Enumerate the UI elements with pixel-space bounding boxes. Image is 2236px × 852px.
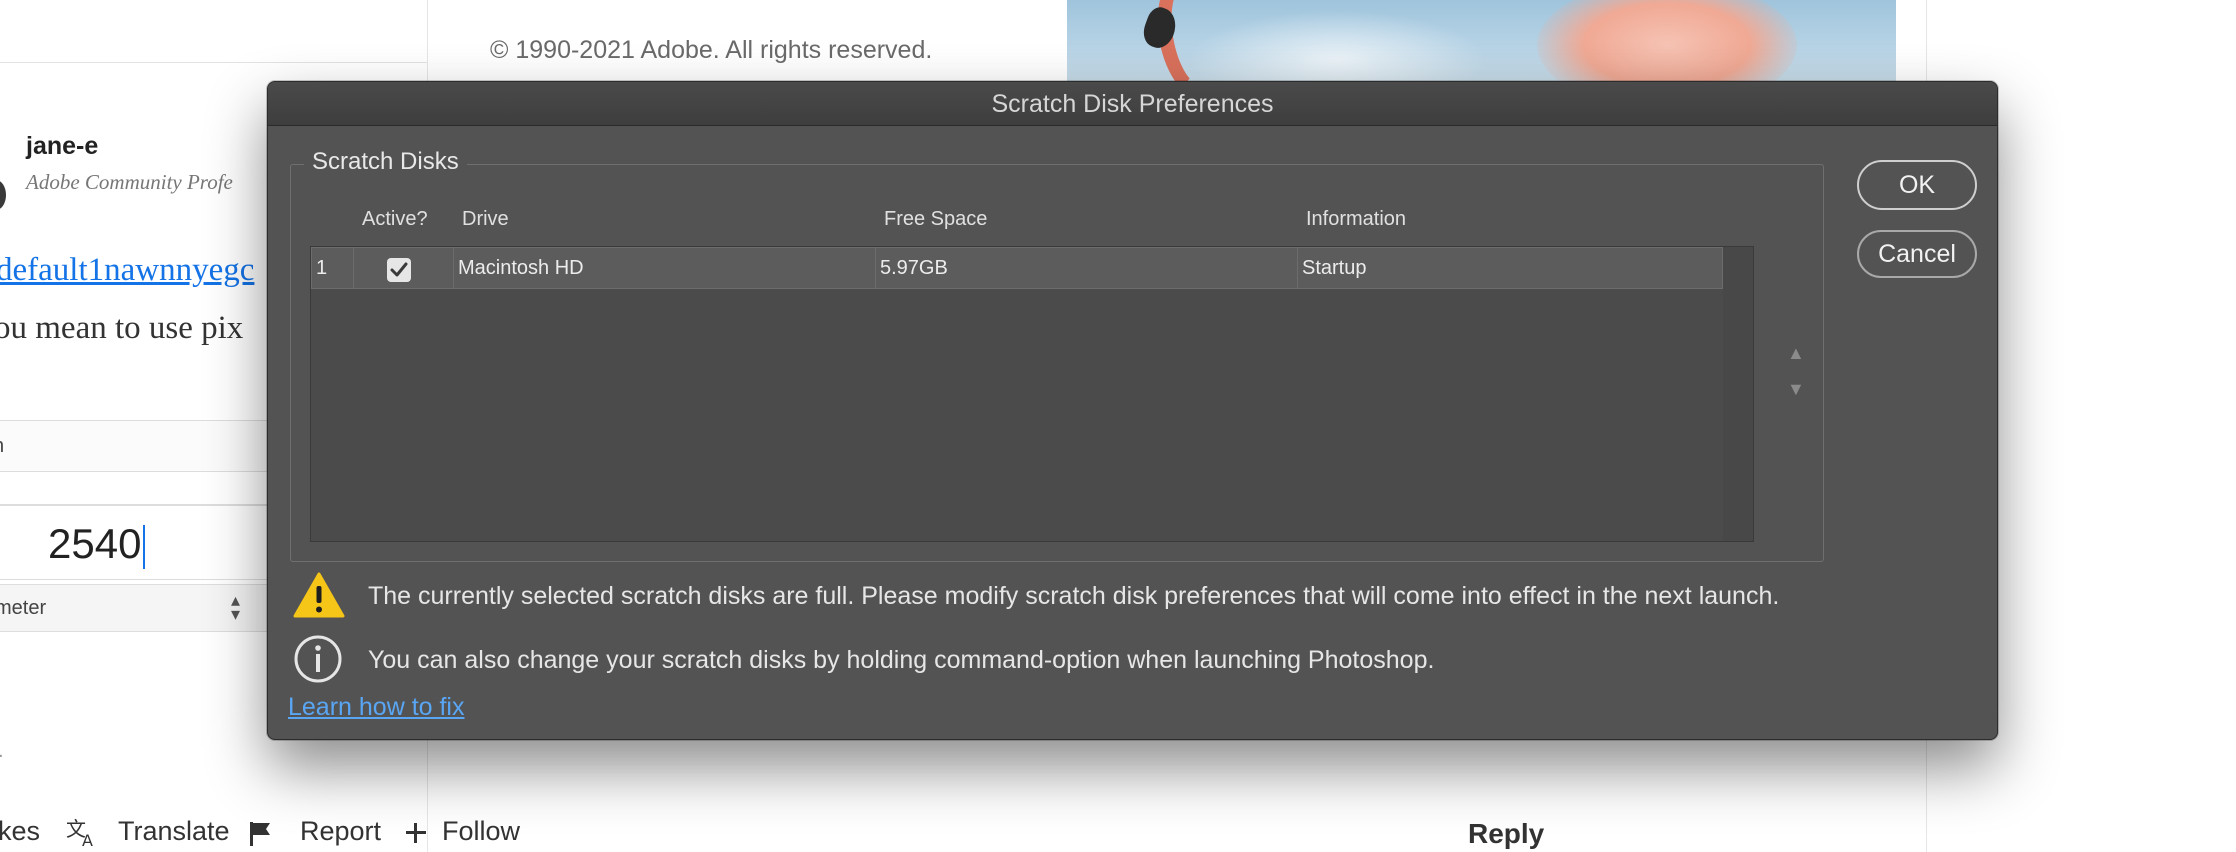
post-username[interactable]: jane-e (26, 132, 98, 161)
column-header-free-space: Free Space (884, 208, 988, 230)
reply-button[interactable]: Reply (1468, 818, 1544, 850)
text-caret (143, 524, 146, 569)
warning-triangle-icon (293, 571, 345, 624)
free-space-cell: 5.97GB (876, 248, 1298, 288)
report-button[interactable]: Report (300, 816, 381, 847)
information-cell: Startup (1302, 257, 1367, 279)
plus-icon (404, 820, 428, 852)
dialog-titlebar[interactable]: Scratch Disk Preferences (268, 82, 1997, 126)
translate-button[interactable]: Translate (118, 816, 230, 847)
select-arrows-icon: ▴ ▾ (231, 590, 241, 624)
post-actions: kes 文A Translate Report Follow (0, 816, 1600, 852)
drive-cell: Macintosh HD (454, 248, 876, 288)
checkmark-icon (390, 262, 408, 277)
active-checkbox[interactable] (387, 258, 411, 282)
scratch-disks-group-label: Scratch Disks (304, 148, 467, 176)
column-header-information: Information (1306, 208, 1407, 230)
ok-button[interactable]: OK (1857, 160, 1977, 210)
copyright-text: © 1990-2021 Adobe. All rights reserved. (490, 36, 933, 64)
calculator-value: 2540 (48, 520, 142, 567)
divider (0, 62, 428, 63)
follow-button[interactable]: Follow (442, 816, 520, 847)
translate-icon: 文A (66, 816, 102, 852)
unit-select-value: meter (0, 597, 47, 619)
table-row[interactable]: 1 Macintosh HD 5.97GB Startup (311, 247, 1723, 289)
column-header-drive: Drive (462, 208, 509, 230)
info-message: You can also change your scratch disks b… (368, 646, 1435, 674)
flag-icon (248, 820, 274, 852)
scratch-disk-table: 1 Macintosh HD 5.97GB Startup (310, 246, 1754, 542)
bullet: . (0, 740, 4, 763)
calculator-row-label: n (0, 435, 4, 458)
likes-button[interactable]: kes (0, 816, 40, 847)
table-scrollbar[interactable] (1723, 247, 1753, 541)
flamingo-photo (1067, 0, 1896, 82)
warning-message: The currently selected scratch disks are… (368, 582, 1780, 610)
calculator-row: n (0, 420, 270, 472)
cancel-button[interactable]: Cancel (1857, 230, 1977, 278)
svg-text:A: A (82, 831, 93, 848)
scratch-disk-dialog: Scratch Disk Preferences Scratch Disks A… (267, 81, 1998, 740)
move-up-arrow-icon[interactable]: ▲ (1787, 344, 1805, 362)
unit-select[interactable]: meter ▴ ▾ (0, 584, 270, 632)
post-link[interactable]: default1nawnnyegc (0, 252, 254, 289)
calculator-value-input[interactable]: 2540 (0, 504, 270, 580)
post-body-text: ou mean to use pix (0, 310, 244, 346)
dialog-title: Scratch Disk Preferences (991, 90, 1274, 118)
learn-how-to-fix-link[interactable]: Learn how to fix (288, 693, 465, 722)
move-down-arrow-icon[interactable]: ▼ (1787, 380, 1805, 398)
row-index: 1 (312, 248, 354, 288)
info-circle-icon (293, 634, 343, 689)
post-user-title: Adobe Community Profe (26, 170, 233, 194)
column-header-active: Active? (362, 208, 428, 230)
